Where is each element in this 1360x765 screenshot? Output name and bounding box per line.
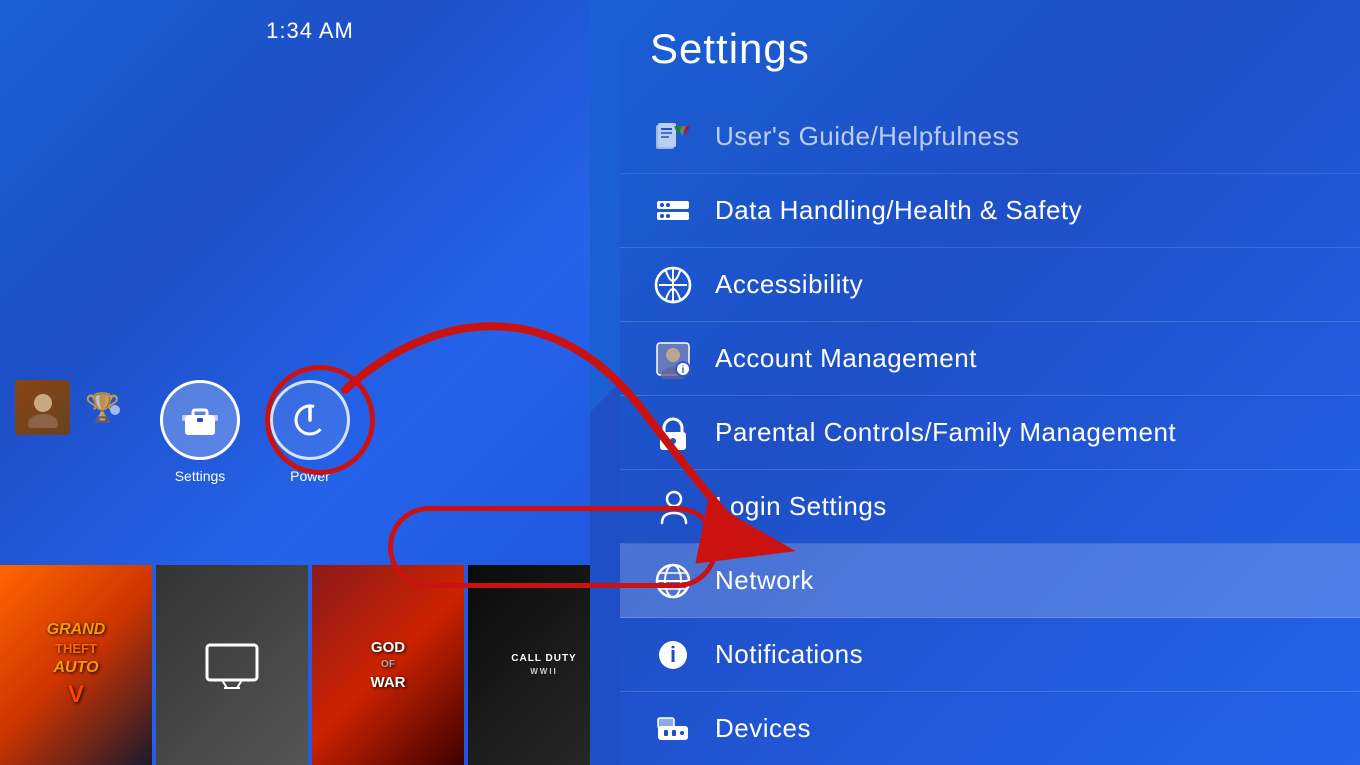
game-thumb-gta[interactable]: GRAND THEFT AUTO V <box>0 565 152 765</box>
accessibility-label: Accessibility <box>715 269 863 300</box>
parental-controls-icon <box>650 410 695 455</box>
login-settings-icon <box>650 484 695 529</box>
game-thumbnails-row: GRAND THEFT AUTO V GOD <box>0 565 620 765</box>
settings-menu: User's Guide/Helpfulness Data Handling/H… <box>600 100 1360 765</box>
settings-panel: Settings User's Guide/Helpfulness <box>600 0 1360 765</box>
toolbox-icon <box>181 403 219 437</box>
account-management-label: Account Management <box>715 343 977 374</box>
parental-controls-label: Parental Controls/Family Management <box>715 417 1176 448</box>
ps4-home-panel: 1:34 AM Settings Pow <box>0 0 620 765</box>
network-icon <box>650 558 695 603</box>
settings-item-devices[interactable]: Devices <box>600 692 1360 765</box>
account-management-icon: i <box>650 336 695 381</box>
power-icon <box>292 402 328 438</box>
game-thumb-gow[interactable]: GOD OF WAR <box>312 565 464 765</box>
avatar-icon <box>23 388 63 428</box>
settings-title: Settings <box>650 25 810 73</box>
settings-quick-icon[interactable]: Settings <box>160 380 240 484</box>
settings-item-accessibility[interactable]: Accessibility <box>600 248 1360 322</box>
settings-icon-circle <box>160 380 240 460</box>
settings-item-notifications[interactable]: i Notifications <box>600 618 1360 692</box>
user-area: 🏆 <box>15 380 120 435</box>
settings-item-data-handling[interactable]: Data Handling/Health & Safety <box>600 174 1360 248</box>
user-guide-label: User's Guide/Helpfulness <box>715 121 1020 152</box>
trophy-icon: 🏆 <box>85 391 120 424</box>
power-label: Power <box>290 468 330 484</box>
network-label: Network <box>715 565 814 596</box>
user-avatar <box>15 380 70 435</box>
devices-label: Devices <box>715 713 811 744</box>
user-guide-icon <box>650 114 695 159</box>
game-thumb-tv[interactable] <box>156 565 308 765</box>
settings-item-parental-controls[interactable]: Parental Controls/Family Management <box>600 396 1360 470</box>
data-handling-label: Data Handling/Health & Safety <box>715 195 1082 226</box>
devices-icon <box>650 706 695 751</box>
power-icon-circle <box>270 380 350 460</box>
settings-item-network[interactable]: Network <box>600 544 1360 618</box>
settings-item-login-settings[interactable]: Login Settings <box>600 470 1360 544</box>
settings-label: Settings <box>175 468 226 484</box>
accessibility-icon <box>650 262 695 307</box>
settings-item-user-guide[interactable]: User's Guide/Helpfulness <box>600 100 1360 174</box>
svg-text:i: i <box>669 642 675 667</box>
data-handling-icon <box>650 188 695 233</box>
time-display: 1:34 AM <box>266 18 354 44</box>
notifications-icon: i <box>650 632 695 677</box>
settings-item-account-management[interactable]: i Account Management <box>600 322 1360 396</box>
svg-text:i: i <box>681 365 684 376</box>
power-quick-icon[interactable]: Power <box>270 380 350 484</box>
tv-icon <box>202 640 262 690</box>
login-settings-label: Login Settings <box>715 491 887 522</box>
quick-menu: Settings Power <box>160 380 350 484</box>
notifications-label: Notifications <box>715 639 863 670</box>
game-thumb-cod[interactable]: CALL DUTY WWII <box>468 565 620 765</box>
